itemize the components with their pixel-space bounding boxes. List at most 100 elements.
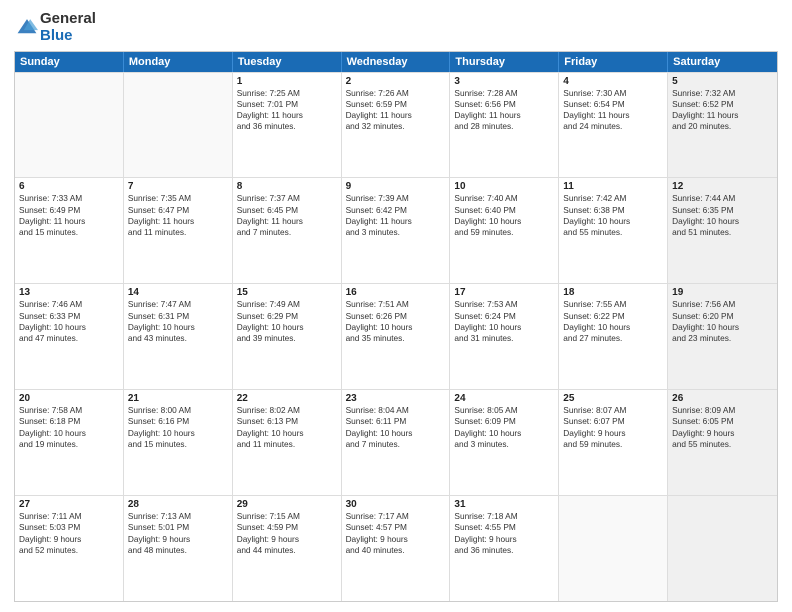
daylight-text: Daylight: 11 hours: [346, 110, 446, 121]
day-number: 23: [346, 393, 446, 404]
daylight-text-cont: and 20 minutes.: [672, 121, 773, 132]
sunset-text: Sunset: 6:26 PM: [346, 311, 446, 322]
sunrise-text: Sunrise: 8:02 AM: [237, 405, 337, 416]
daylight-text: Daylight: 10 hours: [563, 216, 663, 227]
daylight-text-cont: and 23 minutes.: [672, 333, 773, 344]
header: General Blue: [14, 10, 778, 45]
sunrise-text: Sunrise: 8:09 AM: [672, 405, 773, 416]
cal-cell: 21Sunrise: 8:00 AMSunset: 6:16 PMDayligh…: [124, 390, 233, 495]
logo-general: General: [40, 10, 96, 27]
cal-cell: 29Sunrise: 7:15 AMSunset: 4:59 PMDayligh…: [233, 496, 342, 601]
sunrise-text: Sunrise: 7:56 AM: [672, 299, 773, 310]
daylight-text: Daylight: 11 hours: [346, 216, 446, 227]
daylight-text: Daylight: 10 hours: [128, 428, 228, 439]
sunset-text: Sunset: 5:03 PM: [19, 522, 119, 533]
day-number: 20: [19, 393, 119, 404]
sunset-text: Sunset: 6:13 PM: [237, 416, 337, 427]
daylight-text: Daylight: 11 hours: [128, 216, 228, 227]
sunset-text: Sunset: 6:29 PM: [237, 311, 337, 322]
day-number: 6: [19, 181, 119, 192]
cal-cell: [124, 73, 233, 178]
daylight-text-cont: and 47 minutes.: [19, 333, 119, 344]
sunset-text: Sunset: 6:05 PM: [672, 416, 773, 427]
sunset-text: Sunset: 6:56 PM: [454, 99, 554, 110]
sunset-text: Sunset: 6:35 PM: [672, 205, 773, 216]
day-number: 5: [672, 76, 773, 87]
cal-header-tuesday: Tuesday: [233, 52, 342, 72]
cal-cell: 6Sunrise: 7:33 AMSunset: 6:49 PMDaylight…: [15, 178, 124, 283]
cal-cell: [668, 496, 777, 601]
day-number: 7: [128, 181, 228, 192]
sunrise-text: Sunrise: 7:44 AM: [672, 193, 773, 204]
sunrise-text: Sunrise: 7:49 AM: [237, 299, 337, 310]
daylight-text: Daylight: 11 hours: [454, 110, 554, 121]
sunrise-text: Sunrise: 7:39 AM: [346, 193, 446, 204]
daylight-text: Daylight: 10 hours: [237, 322, 337, 333]
day-number: 12: [672, 181, 773, 192]
sunrise-text: Sunrise: 7:46 AM: [19, 299, 119, 310]
cal-cell: 8Sunrise: 7:37 AMSunset: 6:45 PMDaylight…: [233, 178, 342, 283]
sunset-text: Sunset: 6:18 PM: [19, 416, 119, 427]
sunset-text: Sunset: 6:47 PM: [128, 205, 228, 216]
cal-cell: [15, 73, 124, 178]
sunrise-text: Sunrise: 8:04 AM: [346, 405, 446, 416]
daylight-text-cont: and 35 minutes.: [346, 333, 446, 344]
day-number: 30: [346, 499, 446, 510]
day-number: 22: [237, 393, 337, 404]
sunset-text: Sunset: 6:49 PM: [19, 205, 119, 216]
sunset-text: Sunset: 6:42 PM: [346, 205, 446, 216]
daylight-text-cont: and 48 minutes.: [128, 545, 228, 556]
sunrise-text: Sunrise: 7:32 AM: [672, 88, 773, 99]
cal-cell: 4Sunrise: 7:30 AMSunset: 6:54 PMDaylight…: [559, 73, 668, 178]
cal-cell: 12Sunrise: 7:44 AMSunset: 6:35 PMDayligh…: [668, 178, 777, 283]
daylight-text: Daylight: 9 hours: [128, 534, 228, 545]
daylight-text-cont: and 15 minutes.: [19, 227, 119, 238]
daylight-text-cont: and 11 minutes.: [128, 227, 228, 238]
daylight-text-cont: and 31 minutes.: [454, 333, 554, 344]
daylight-text-cont: and 3 minutes.: [454, 439, 554, 450]
sunrise-text: Sunrise: 7:33 AM: [19, 193, 119, 204]
day-number: 31: [454, 499, 554, 510]
daylight-text: Daylight: 9 hours: [19, 534, 119, 545]
daylight-text: Daylight: 10 hours: [19, 322, 119, 333]
sunrise-text: Sunrise: 7:25 AM: [237, 88, 337, 99]
daylight-text-cont: and 51 minutes.: [672, 227, 773, 238]
cal-week-3: 13Sunrise: 7:46 AMSunset: 6:33 PMDayligh…: [15, 283, 777, 389]
cal-header-thursday: Thursday: [450, 52, 559, 72]
day-number: 4: [563, 76, 663, 87]
daylight-text-cont: and 19 minutes.: [19, 439, 119, 450]
day-number: 14: [128, 287, 228, 298]
cal-header-friday: Friday: [559, 52, 668, 72]
daylight-text: Daylight: 10 hours: [19, 428, 119, 439]
daylight-text-cont: and 36 minutes.: [237, 121, 337, 132]
day-number: 2: [346, 76, 446, 87]
daylight-text-cont: and 59 minutes.: [563, 439, 663, 450]
sunset-text: Sunset: 4:59 PM: [237, 522, 337, 533]
day-number: 15: [237, 287, 337, 298]
daylight-text: Daylight: 11 hours: [563, 110, 663, 121]
sunset-text: Sunset: 6:16 PM: [128, 416, 228, 427]
daylight-text-cont: and 28 minutes.: [454, 121, 554, 132]
cal-cell: 19Sunrise: 7:56 AMSunset: 6:20 PMDayligh…: [668, 284, 777, 389]
sunrise-text: Sunrise: 7:17 AM: [346, 511, 446, 522]
cal-cell: 7Sunrise: 7:35 AMSunset: 6:47 PMDaylight…: [124, 178, 233, 283]
cal-cell: 17Sunrise: 7:53 AMSunset: 6:24 PMDayligh…: [450, 284, 559, 389]
sunrise-text: Sunrise: 7:58 AM: [19, 405, 119, 416]
daylight-text: Daylight: 10 hours: [672, 322, 773, 333]
day-number: 13: [19, 287, 119, 298]
sunrise-text: Sunrise: 7:15 AM: [237, 511, 337, 522]
daylight-text-cont: and 15 minutes.: [128, 439, 228, 450]
cal-cell: 1Sunrise: 7:25 AMSunset: 7:01 PMDaylight…: [233, 73, 342, 178]
daylight-text: Daylight: 10 hours: [563, 322, 663, 333]
daylight-text-cont: and 39 minutes.: [237, 333, 337, 344]
daylight-text-cont: and 59 minutes.: [454, 227, 554, 238]
daylight-text: Daylight: 9 hours: [237, 534, 337, 545]
cal-cell: 3Sunrise: 7:28 AMSunset: 6:56 PMDaylight…: [450, 73, 559, 178]
cal-week-2: 6Sunrise: 7:33 AMSunset: 6:49 PM Daylight…: [15, 177, 777, 283]
sunrise-text: Sunrise: 8:00 AM: [128, 405, 228, 416]
cal-cell: 16Sunrise: 7:51 AMSunset: 6:26 PMDayligh…: [342, 284, 451, 389]
cal-week-1: 1Sunrise: 7:25 AMSunset: 7:01 PMDaylight…: [15, 72, 777, 178]
sunrise-text: Sunrise: 7:30 AM: [563, 88, 663, 99]
daylight-text-cont: and 24 minutes.: [563, 121, 663, 132]
daylight-text: Daylight: 10 hours: [454, 322, 554, 333]
